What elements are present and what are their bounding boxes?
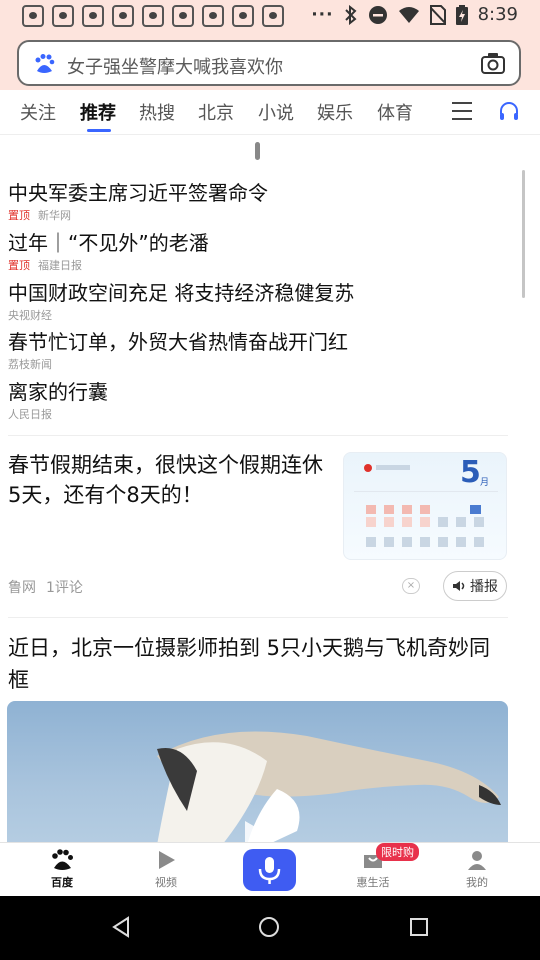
calendar-month: 5 bbox=[460, 455, 481, 490]
baidu-notification-icon bbox=[142, 5, 164, 27]
headline-meta: 人民日报 bbox=[8, 406, 108, 422]
clock: 8:39 bbox=[477, 4, 518, 25]
search-placeholder[interactable]: 女子强坐警摩大喊我喜欢你 bbox=[67, 53, 283, 79]
headline-source: 央视财经 bbox=[8, 309, 52, 322]
news-card-thumbnail[interactable]: 5 月 bbox=[343, 452, 507, 560]
news-card-comments[interactable]: 1评论 bbox=[46, 580, 83, 596]
more-dots-icon: ··· bbox=[311, 4, 334, 25]
headline-title[interactable]: 中央军委主席习近平签署命令 bbox=[8, 180, 268, 206]
baidu-notification-icon bbox=[232, 5, 254, 27]
status-indicators: ··· 8:39 bbox=[311, 4, 518, 25]
nav-label: 惠生活 bbox=[356, 876, 390, 889]
divider bbox=[8, 435, 508, 436]
speaker-icon bbox=[453, 581, 465, 591]
news-card-title[interactable]: 春节假期结束，很快这个假期连休5天，还有个8天的！ bbox=[8, 450, 334, 510]
scrollbar[interactable] bbox=[522, 170, 525, 298]
headphone-icon[interactable] bbox=[498, 100, 520, 122]
tab-hot-search[interactable]: 热搜 bbox=[139, 99, 175, 125]
refresh-indicator bbox=[255, 142, 260, 160]
user-icon bbox=[468, 851, 486, 870]
headline-source: 新华网 bbox=[38, 209, 71, 222]
baidu-paw-icon bbox=[35, 54, 55, 73]
wifi-icon bbox=[398, 6, 419, 23]
tab-recommend[interactable]: 推荐 bbox=[80, 99, 116, 125]
headline-meta: 荔枝新闻 bbox=[8, 356, 348, 372]
headline-item[interactable]: 离家的行囊 人民日报 bbox=[8, 379, 108, 422]
video-thumbnail[interactable] bbox=[7, 701, 508, 845]
baidu-notification-icon bbox=[22, 5, 44, 27]
search-box[interactable]: 女子强坐警摩大喊我喜欢你 bbox=[17, 40, 521, 86]
tab-follow[interactable]: 关注 bbox=[20, 99, 56, 125]
back-icon[interactable] bbox=[110, 916, 132, 938]
no-sim-icon bbox=[429, 4, 446, 25]
voice-search-button[interactable] bbox=[243, 849, 296, 891]
baidu-paw-icon bbox=[52, 849, 73, 870]
system-navigation-bar bbox=[0, 896, 540, 960]
status-bar: ··· 8:39 bbox=[0, 0, 540, 32]
calendar-month-suffix: 月 bbox=[480, 478, 490, 488]
headline-source: 荔枝新闻 bbox=[8, 358, 52, 371]
channel-tabs: 关注 推荐 热搜 北京 小说 娱乐 体育 bbox=[0, 90, 540, 135]
dismiss-icon[interactable]: × bbox=[402, 578, 420, 594]
nav-label: 视频 bbox=[155, 876, 177, 889]
tab-entertainment[interactable]: 娱乐 bbox=[317, 99, 353, 125]
camera-icon[interactable] bbox=[481, 52, 505, 74]
headline-source: 人民日报 bbox=[8, 408, 52, 421]
headline-title[interactable]: 中国财政空间充足 将支持经济稳健复苏 bbox=[8, 280, 354, 306]
notification-icons bbox=[22, 5, 284, 27]
limited-time-badge: 限时购 bbox=[376, 843, 419, 861]
pinned-tag: 置顶 bbox=[8, 259, 30, 272]
nav-label: 我的 bbox=[466, 876, 488, 889]
bottom-navigation: 百度 视频 惠生活 限时购 我的 bbox=[0, 842, 540, 897]
tab-sports[interactable]: 体育 bbox=[377, 99, 413, 125]
headline-title[interactable]: 过年｜“不见外”的老潘 bbox=[8, 230, 209, 256]
baidu-notification-icon bbox=[202, 5, 224, 27]
menu-icon[interactable] bbox=[452, 102, 472, 120]
news-card-source: 鲁网 bbox=[8, 580, 36, 596]
microphone-icon bbox=[258, 857, 281, 884]
nav-mine[interactable]: 我的 bbox=[447, 848, 507, 890]
headline-meta: 置顶 新华网 bbox=[8, 207, 268, 223]
read-aloud-label: 播报 bbox=[470, 579, 498, 595]
nav-baidu[interactable]: 百度 bbox=[32, 848, 92, 890]
recents-icon[interactable] bbox=[408, 916, 430, 938]
headline-item[interactable]: 中国财政空间充足 将支持经济稳健复苏 央视财经 bbox=[8, 280, 354, 323]
headline-item[interactable]: 中央军委主席习近平签署命令 置顶 新华网 bbox=[8, 180, 268, 223]
calendar-image bbox=[354, 464, 498, 547]
story-title[interactable]: 近日，北京一位摄影师拍到 5只小天鹅与飞机奇妙同框 bbox=[8, 632, 508, 696]
bluetooth-icon bbox=[344, 4, 357, 25]
home-icon[interactable] bbox=[258, 916, 280, 938]
baidu-notification-icon bbox=[52, 5, 74, 27]
pinned-tag: 置顶 bbox=[8, 209, 30, 222]
tab-beijing[interactable]: 北京 bbox=[198, 99, 234, 125]
tab-novel[interactable]: 小说 bbox=[258, 99, 294, 125]
read-aloud-button[interactable]: 播报 bbox=[443, 571, 507, 601]
baidu-notification-icon bbox=[112, 5, 134, 27]
headline-item[interactable]: 春节忙订单，外贸大省热情奋战开门红 荔枝新闻 bbox=[8, 329, 348, 372]
dnd-icon bbox=[368, 5, 387, 24]
headline-title[interactable]: 离家的行囊 bbox=[8, 379, 108, 405]
video-play-icon bbox=[159, 851, 175, 869]
nav-video[interactable]: 视频 bbox=[136, 848, 196, 890]
active-tab-indicator bbox=[87, 129, 111, 132]
battery-icon bbox=[455, 4, 468, 25]
nav-label: 百度 bbox=[51, 876, 73, 889]
headline-source: 福建日报 bbox=[38, 259, 82, 272]
baidu-notification-icon bbox=[82, 5, 104, 27]
headline-meta: 置顶 福建日报 bbox=[8, 257, 209, 273]
divider bbox=[8, 617, 508, 618]
search-header: 女子强坐警摩大喊我喜欢你 bbox=[0, 32, 540, 90]
baidu-notification-icon bbox=[172, 5, 194, 27]
headline-item[interactable]: 过年｜“不见外”的老潘 置顶 福建日报 bbox=[8, 230, 209, 273]
headline-meta: 央视财经 bbox=[8, 307, 354, 323]
baidu-notification-icon bbox=[262, 5, 284, 27]
headline-title[interactable]: 春节忙订单，外贸大省热情奋战开门红 bbox=[8, 329, 348, 355]
news-card-meta: 鲁网 1评论 bbox=[8, 577, 83, 597]
